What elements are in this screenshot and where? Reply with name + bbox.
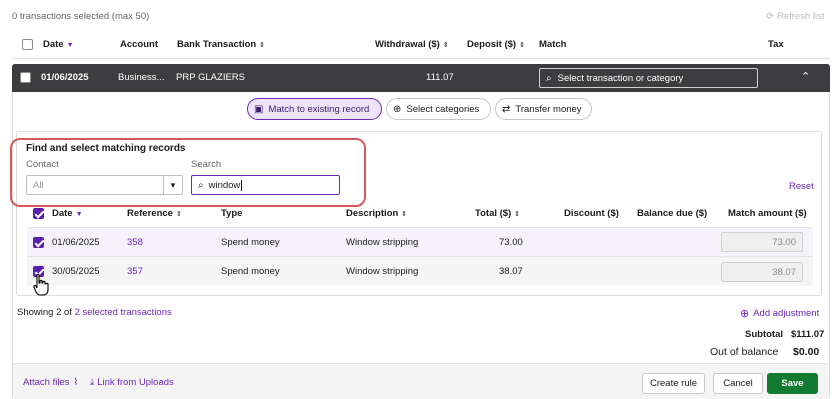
records-header-total[interactable]: Total ($) ⇕	[475, 208, 520, 219]
transaction-date: 01/06/2025	[41, 72, 89, 83]
records-header-date[interactable]: Date ▼	[52, 208, 83, 219]
subtotal-value: $111.07	[791, 329, 825, 340]
attach-files-label: Attach files	[23, 377, 70, 388]
showing-prefix: Showing 2 of	[17, 307, 72, 318]
save-button[interactable]: Save	[767, 373, 818, 394]
sort-icon: ⇕	[514, 211, 521, 218]
header-date[interactable]: Date ▼	[43, 39, 74, 50]
row-type: Spend money	[221, 237, 280, 248]
tab-select-categories-label: Select categories	[406, 103, 480, 115]
sort-icon: ⇕	[401, 211, 408, 218]
add-adjustment-button[interactable]: ⊕ Add adjustment	[740, 307, 819, 320]
collapse-chevron-icon[interactable]: ⌃	[801, 70, 810, 83]
tab-match-existing-label: Match to existing record	[268, 103, 370, 115]
transaction-withdrawal: 111.07	[426, 72, 454, 83]
row-description: Window stripping	[346, 237, 419, 248]
create-rule-button[interactable]: Create rule	[642, 373, 705, 394]
row-date: 01/06/2025	[52, 237, 100, 248]
select-all-checkbox[interactable]	[22, 39, 33, 50]
sort-down-icon: ▼	[75, 211, 83, 218]
search-icon: ⌕	[198, 179, 204, 191]
header-tax: Tax	[768, 39, 784, 50]
records-header: Date ▼ Reference ⇕ Type Description ⇕ Total…	[17, 204, 821, 224]
search-value: window	[208, 179, 241, 191]
records-header-balance-due: Balance due ($)	[637, 208, 708, 219]
records-header-description[interactable]: Description ⇕	[346, 208, 407, 219]
contact-label: Contact	[26, 159, 59, 170]
sort-icon: ⇕	[442, 42, 449, 49]
contact-select[interactable]: All ▾	[26, 175, 183, 195]
document-icon: ▣	[254, 103, 264, 115]
tab-select-categories[interactable]: ⊕ Select categories	[386, 98, 491, 120]
row-description: Window stripping	[346, 266, 419, 277]
cancel-button[interactable]: Cancel	[713, 373, 763, 394]
selection-count: 0 transactions selected (max 50)	[12, 11, 150, 22]
sort-icon: ⇕	[519, 42, 525, 49]
sort-icon: ⇕	[259, 42, 266, 49]
refresh-list-label: Refresh list	[776, 11, 825, 22]
row-total: 73.00	[499, 237, 523, 248]
chevron-down-icon[interactable]: ▾	[163, 176, 182, 194]
search-icon: ⌕	[546, 72, 552, 84]
match-amount-input: 73.00	[721, 232, 803, 252]
link-from-uploads-label: Link from Uploads	[97, 377, 174, 388]
plus-circle-icon: ⊕	[393, 103, 402, 115]
transaction-row[interactable]: 01/06/2025 Business... PRP GLAZIERS 111.…	[12, 64, 830, 92]
transfer-icon: ⇄	[502, 103, 511, 115]
out-of-balance-value: $0.00	[793, 346, 820, 358]
transaction-checkbox[interactable]	[20, 72, 31, 83]
hand-cursor-icon	[33, 273, 49, 296]
records-header-type: Type	[221, 208, 243, 219]
subtotal-label: Subtotal	[745, 329, 783, 340]
records-header-discount: Discount ($)	[564, 208, 619, 219]
records-header-reference[interactable]: Reference ⇕	[127, 208, 182, 219]
tab-transfer-money-label: Transfer money	[515, 103, 582, 115]
transaction-account: Business...	[118, 72, 165, 83]
row-total: 38.07	[499, 266, 523, 277]
header-match: Match	[539, 39, 567, 50]
match-amount-value: 73.00	[772, 236, 796, 248]
table-row[interactable]: 01/06/2025 358 Spend money Window stripp…	[27, 227, 813, 256]
match-select[interactable]: ⌕ Select transaction or category	[539, 68, 758, 88]
out-of-balance-label: Out of balance	[710, 346, 779, 358]
header-withdrawal[interactable]: Withdrawal ($) ⇕	[375, 39, 449, 50]
sort-down-icon: ▼	[66, 42, 74, 49]
upload-icon: ⤓	[90, 377, 95, 388]
row-type: Spend money	[221, 266, 280, 277]
search-input[interactable]: ⌕ window	[191, 175, 340, 195]
selected-transactions-link[interactable]: 2 selected transactions	[75, 307, 172, 318]
showing-text: Showing 2 of 2 selected transactions	[17, 307, 172, 318]
match-placeholder: Select transaction or category	[557, 72, 684, 84]
row-date: 30/05/2025	[52, 266, 100, 277]
header-deposit[interactable]: Deposit ($) ⇕	[467, 39, 525, 50]
refresh-icon: ⟳	[766, 11, 774, 22]
attach-files-button[interactable]: Attach files ⌇	[23, 377, 78, 388]
refresh-list-button[interactable]: ⟳ Refresh list	[766, 11, 824, 22]
header-account: Account	[120, 39, 158, 50]
row-reference-link[interactable]: 357	[127, 266, 143, 277]
tab-transfer-money[interactable]: ⇄ Transfer money	[495, 98, 592, 120]
column-header-row: Date ▼ Account Bank Transaction ⇕ Withdraw…	[0, 36, 834, 54]
match-amount-input: 38.07	[721, 262, 803, 282]
paperclip-icon: ⌇	[73, 377, 79, 388]
reset-link[interactable]: Reset	[789, 181, 814, 192]
plus-circle-icon: ⊕	[740, 308, 750, 320]
text-cursor	[241, 179, 243, 191]
finder-title: Find and select matching records	[26, 143, 186, 154]
link-from-uploads-button[interactable]: ⤓ Link from Uploads	[90, 377, 174, 388]
match-amount-value: 38.07	[772, 266, 796, 278]
sort-icon: ⇕	[175, 211, 182, 218]
add-adjustment-label: Add adjustment	[753, 308, 820, 319]
records-header-match-amount: Match amount ($)	[728, 208, 807, 219]
contact-value: All	[33, 179, 44, 191]
row-checkbox[interactable]	[33, 237, 44, 248]
search-label: Search	[191, 159, 222, 170]
table-row[interactable]: 30/05/2025 357 Spend money Window stripp…	[27, 256, 813, 286]
tab-match-existing[interactable]: ▣ Match to existing record	[247, 98, 382, 120]
transaction-payee: PRP GLAZIERS	[176, 72, 245, 83]
records-select-all-checkbox[interactable]	[33, 208, 44, 219]
header-bank-transaction[interactable]: Bank Transaction ⇕	[177, 39, 265, 50]
row-reference-link[interactable]: 358	[127, 237, 143, 248]
